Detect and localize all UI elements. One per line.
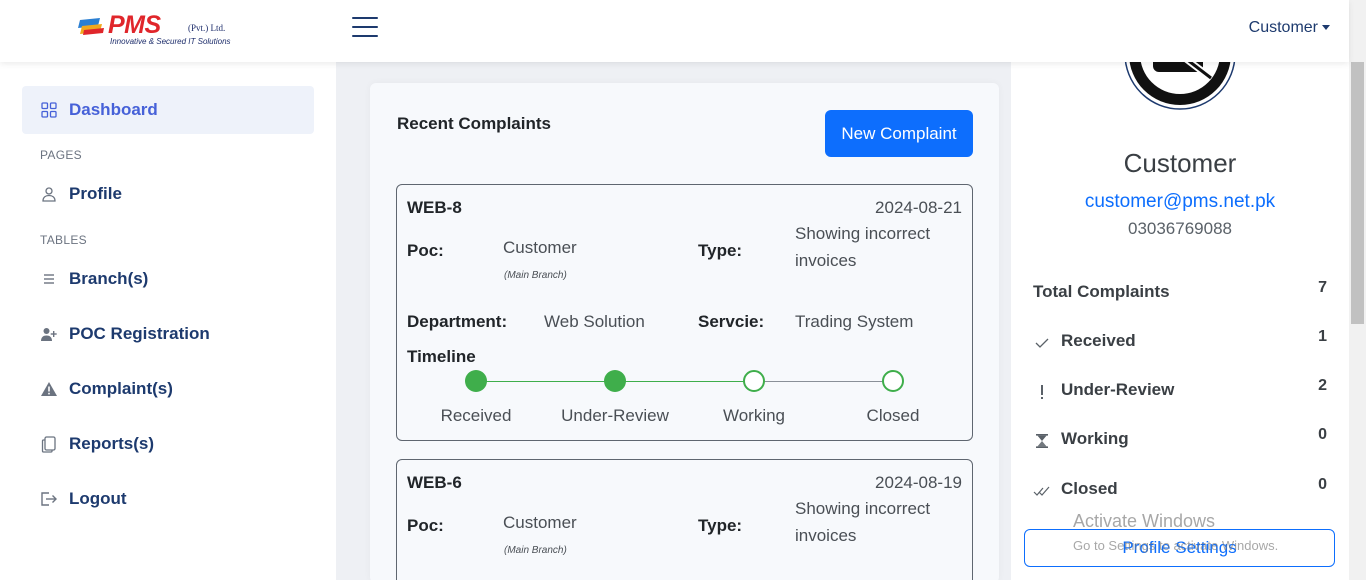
service-value: Trading System xyxy=(795,312,914,331)
stat-value: 0 xyxy=(1318,426,1327,443)
department-label: Department: xyxy=(407,312,508,331)
sidebar-item-reports[interactable]: Reports(s) xyxy=(22,420,314,468)
stat-working: Working 0 xyxy=(1033,426,1327,453)
list-icon xyxy=(40,270,58,288)
timeline-dot-closed xyxy=(882,370,904,392)
user-add-icon xyxy=(40,325,58,343)
profile-phone: 03036769088 xyxy=(1127,219,1232,238)
poc-label: Poc: xyxy=(407,516,444,535)
user-icon xyxy=(40,185,58,203)
stat-label: Under-Review xyxy=(1061,380,1175,399)
hourglass-icon xyxy=(1033,432,1051,450)
sidebar-item-label: Branch(s) xyxy=(69,269,149,288)
section-label-tables: TABLES xyxy=(40,233,87,247)
stat-under-review: Under-Review 2 xyxy=(1033,377,1327,404)
sidebar-item-label: Profile xyxy=(69,184,122,203)
stat-value: 7 xyxy=(1318,279,1327,296)
type-label: Type: xyxy=(698,241,743,260)
document-copy-icon xyxy=(40,435,58,453)
check-icon xyxy=(1033,334,1051,352)
logo-mark-icon xyxy=(78,18,104,35)
profile-email-link[interactable]: customer@pms.net.pk xyxy=(1011,191,1349,213)
logo-tagline: Innovative & Secured IT Solutions xyxy=(110,37,231,46)
sidebar-item-branches[interactable]: Branch(s) xyxy=(22,255,314,303)
hamburger-line xyxy=(352,35,378,37)
timeline-connector xyxy=(754,381,893,382)
stat-received: Received 1 xyxy=(1033,328,1327,355)
page-scrollbar[interactable] xyxy=(1349,0,1366,580)
complaint-id: WEB-8 xyxy=(407,198,462,217)
logo-text: PMS xyxy=(108,11,161,39)
caret-down-icon xyxy=(1322,25,1330,31)
warning-icon xyxy=(40,380,58,398)
sidebar-item-label: Logout xyxy=(69,489,127,508)
hamburger-line xyxy=(352,26,378,28)
sidebar-item-profile[interactable]: Profile xyxy=(22,170,314,218)
sidebar-item-dashboard[interactable]: Dashboard xyxy=(22,86,314,134)
profile-summary-panel: Customer customer@pms.net.pk 03036769088… xyxy=(1011,44,1349,580)
complaint-date: 2024-08-21 xyxy=(875,198,962,217)
poc-branch: (Main Branch) xyxy=(504,545,567,556)
type-value: Showing incorrect invoices xyxy=(795,499,931,545)
complaint-card[interactable]: WEB-6 2024-08-19 Poc: Customer (Main Bra… xyxy=(396,459,973,580)
stat-value: 0 xyxy=(1318,476,1327,493)
poc-value: Customer xyxy=(503,238,577,257)
grid-icon xyxy=(40,101,58,119)
sidebar-item-label: POC Registration xyxy=(69,324,210,343)
sidebar-item-logout[interactable]: Logout xyxy=(22,475,314,523)
timeline-step-label: Under-Review xyxy=(561,406,669,425)
sidebar-item-poc-registration[interactable]: POC Registration xyxy=(22,310,314,358)
profile-settings-button[interactable]: Profile Settings xyxy=(1024,529,1335,567)
poc-label: Poc: xyxy=(407,241,444,260)
sidebar-item-label: Dashboard xyxy=(69,100,158,119)
timeline-label: Timeline xyxy=(407,347,476,366)
logout-icon xyxy=(40,490,58,508)
stat-label: Closed xyxy=(1061,479,1118,498)
stat-closed: Closed 0 xyxy=(1033,476,1327,503)
complaint-timeline: Received Under-Review Working Closed xyxy=(397,370,974,445)
timeline-dot-received xyxy=(465,370,487,392)
timeline-dot-working xyxy=(743,370,765,392)
stat-label: Working xyxy=(1061,429,1129,448)
menu-toggle-button[interactable] xyxy=(352,17,378,41)
timeline-connector xyxy=(476,381,615,382)
stat-label: Total Complaints xyxy=(1033,282,1170,301)
type-value: Showing incorrect invoices xyxy=(795,224,931,270)
department-value: Web Solution xyxy=(544,312,645,331)
stat-total-complaints: Total Complaints 7 xyxy=(1033,279,1327,306)
exclamation-icon xyxy=(1033,383,1051,401)
hamburger-line xyxy=(352,17,378,19)
scrollbar-thumb[interactable] xyxy=(1351,62,1364,324)
double-check-icon xyxy=(1033,482,1051,500)
stat-value: 1 xyxy=(1318,328,1327,345)
section-label-pages: PAGES xyxy=(40,148,82,162)
timeline-step-label: Received xyxy=(440,406,512,425)
service-label: Servcie: xyxy=(698,312,765,331)
top-navbar: PMS (Pvt.) Ltd. Innovative & Secured IT … xyxy=(0,0,1349,62)
sidebar-item-label: Complaint(s) xyxy=(69,379,173,398)
user-dropdown-label: Customer xyxy=(1248,19,1318,36)
timeline-connector xyxy=(615,381,754,382)
recent-complaints-card: Recent Complaints New Complaint WEB-8 20… xyxy=(370,83,999,580)
timeline-step-label: Closed xyxy=(866,406,920,425)
stat-label: Received xyxy=(1061,331,1136,350)
stat-value: 2 xyxy=(1318,377,1327,394)
profile-name: Customer xyxy=(1123,148,1237,178)
company-logo[interactable]: PMS (Pvt.) Ltd. Innovative & Secured IT … xyxy=(78,12,238,48)
sidebar-item-label: Reports(s) xyxy=(69,434,155,453)
type-label: Type: xyxy=(698,516,743,535)
logo-subtext: (Pvt.) Ltd. xyxy=(188,23,226,33)
poc-value: Customer xyxy=(503,513,577,532)
sidebar-item-complaints[interactable]: Complaint(s) xyxy=(22,365,314,413)
timeline-dot-under-review xyxy=(604,370,626,392)
complaint-id: WEB-6 xyxy=(407,473,462,492)
new-complaint-button[interactable]: New Complaint xyxy=(825,110,973,157)
sidebar: Dashboard PAGES Profile TABLES Branch(s)… xyxy=(0,62,336,580)
complaint-date: 2024-08-19 xyxy=(875,473,962,492)
user-dropdown[interactable]: Customer xyxy=(1249,19,1330,37)
complaint-card[interactable]: WEB-8 2024-08-21 Poc: Customer (Main Bra… xyxy=(396,184,973,441)
poc-branch: (Main Branch) xyxy=(504,270,567,281)
page-title: Recent Complaints xyxy=(397,114,551,133)
timeline-step-label: Working xyxy=(722,406,786,425)
